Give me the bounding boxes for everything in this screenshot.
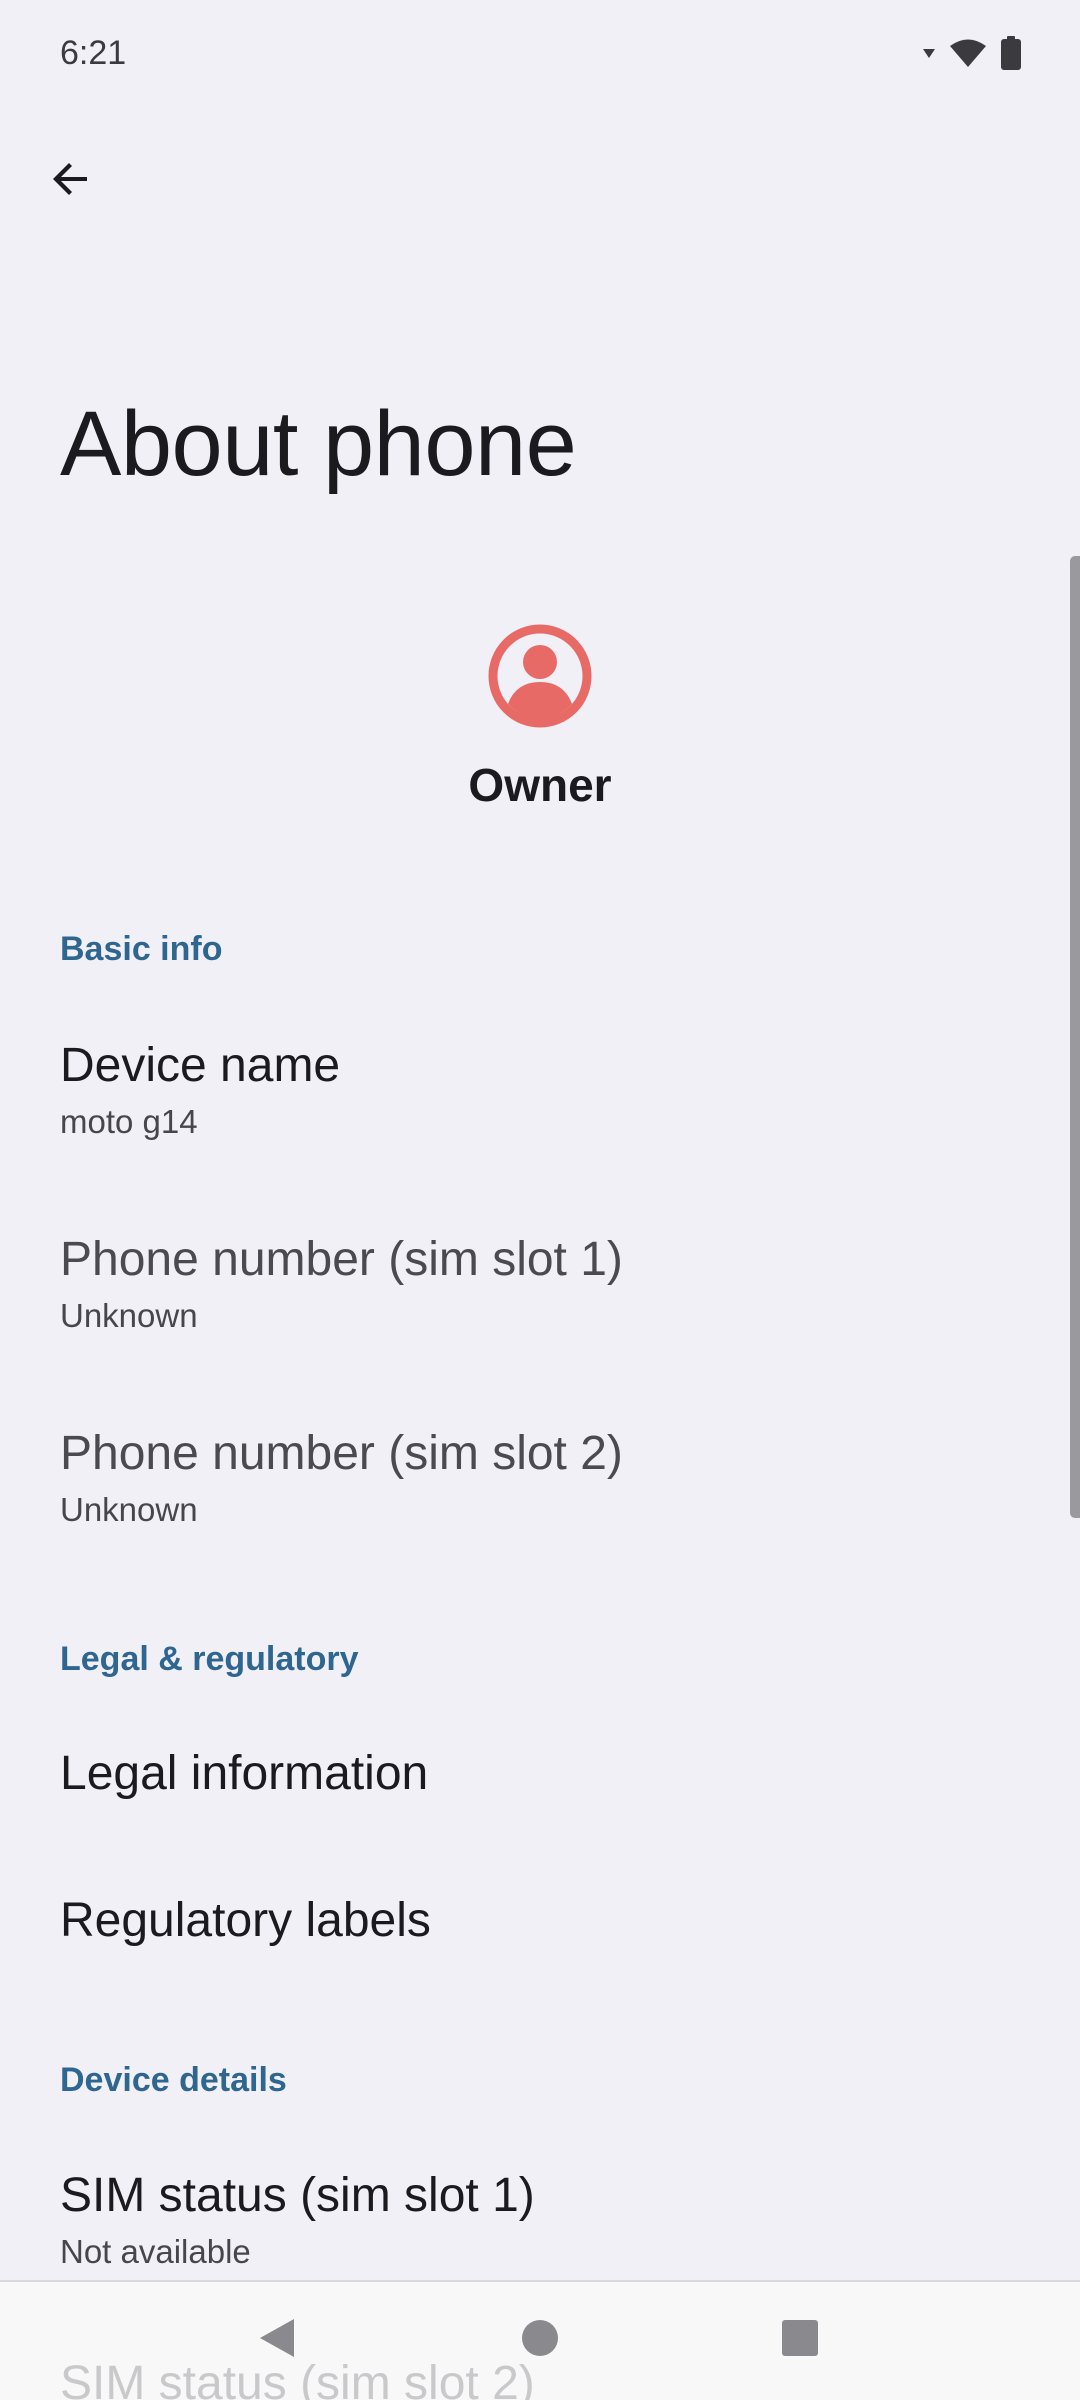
sim-status-sim1-item[interactable]: SIM status (sim slot 1) Not available [0, 2168, 1070, 2271]
battery-icon [1000, 36, 1022, 70]
phone-number-sim2-title: Phone number (sim slot 2) [60, 1427, 623, 1480]
sim-status-sim1-summary: Not available [60, 2233, 251, 2270]
phone-number-sim2-item[interactable]: Phone number (sim slot 2) Unknown [0, 1426, 1070, 1529]
phone-number-sim1-title: Phone number (sim slot 1) [60, 1233, 623, 1286]
sim-status-sim1-title: SIM status (sim slot 1) [60, 2169, 535, 2222]
account-circle-icon [488, 624, 592, 728]
device-name-summary: moto g14 [60, 1103, 198, 1140]
device-name-title: Device name [60, 1039, 341, 1092]
sim-status-sim2-title: SIM status (sim slot 2) [60, 2357, 535, 2400]
back-button[interactable] [30, 140, 112, 222]
nav-recents-icon [781, 2319, 819, 2362]
about-phone-screen: 6:21 About phone Owner Basic info Device… [0, 0, 1080, 2400]
regulatory-labels-item[interactable]: Regulatory labels [0, 1893, 1070, 1948]
section-header-basic-info: Basic info [60, 930, 223, 968]
section-header-legal: Legal & regulatory [60, 1640, 359, 1678]
legal-information-title: Legal information [60, 1747, 429, 1800]
page-title: About phone [60, 393, 577, 495]
phone-number-sim1-item[interactable]: Phone number (sim slot 1) Unknown [0, 1232, 1070, 1335]
phone-number-sim1-summary: Unknown [60, 1297, 198, 1334]
phone-number-sim2-summary: Unknown [60, 1491, 198, 1528]
nav-recents-button[interactable] [760, 2300, 840, 2380]
section-header-device-details: Device details [60, 2061, 287, 2099]
legal-information-item[interactable]: Legal information [0, 1746, 1070, 1801]
status-icons [922, 36, 1022, 70]
status-bar: 6:21 [0, 0, 1080, 110]
regulatory-labels-title: Regulatory labels [60, 1894, 431, 1947]
status-time: 6:21 [60, 34, 127, 72]
signal-icon [922, 46, 936, 60]
owner-profile[interactable]: Owner [0, 624, 1080, 812]
arrow-back-icon [47, 155, 95, 208]
device-name-item[interactable]: Device name moto g14 [0, 1038, 1070, 1141]
owner-name: Owner [468, 759, 612, 811]
wifi-icon [948, 37, 988, 69]
